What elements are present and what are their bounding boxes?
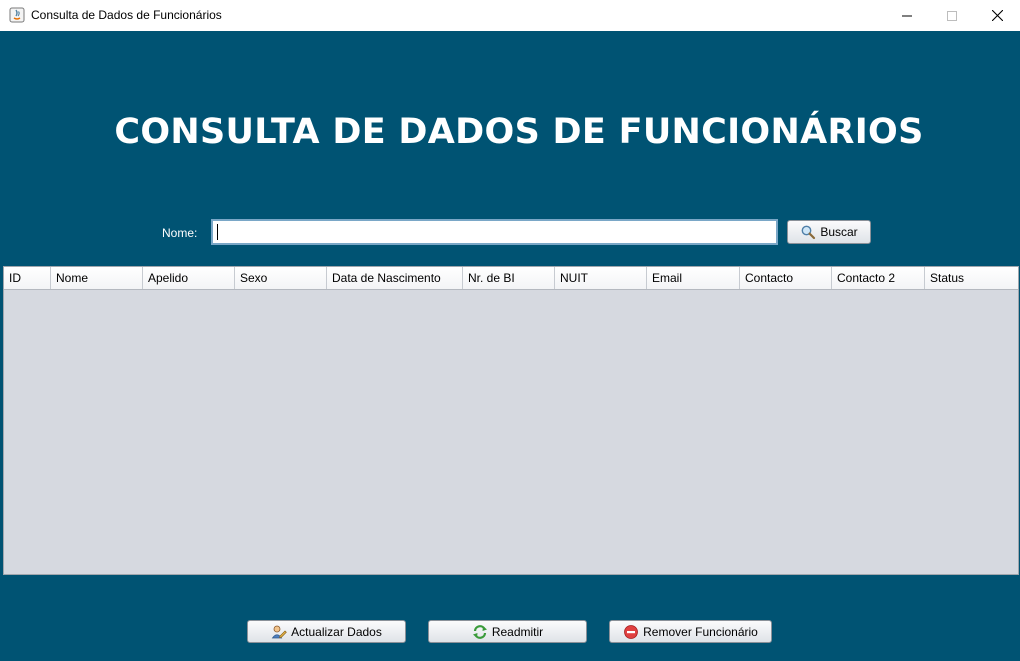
column-header-nome[interactable]: Nome bbox=[51, 267, 143, 289]
column-header-email[interactable]: Email bbox=[647, 267, 740, 289]
column-header-contacto[interactable]: Contacto bbox=[740, 267, 832, 289]
column-header-apelido[interactable]: Apelido bbox=[143, 267, 235, 289]
column-header-nr-bi[interactable]: Nr. de BI bbox=[463, 267, 555, 289]
remove-employee-label: Remover Funcionário bbox=[643, 624, 758, 639]
search-button[interactable]: Buscar bbox=[787, 220, 871, 244]
page-title: CONSULTA DE DADOS DE FUNCIONÁRIOS bbox=[114, 112, 924, 152]
maximize-icon bbox=[947, 10, 957, 21]
remove-employee-button[interactable]: Remover Funcionário bbox=[609, 620, 772, 643]
magnifier-icon bbox=[800, 224, 816, 240]
column-header-sexo[interactable]: Sexo bbox=[235, 267, 327, 289]
minimize-button[interactable] bbox=[884, 0, 930, 31]
employees-table[interactable]: ID Nome Apelido Sexo Data de Nascimento … bbox=[3, 266, 1019, 575]
java-app-icon bbox=[9, 7, 25, 23]
search-button-label: Buscar bbox=[820, 225, 858, 239]
table-header: ID Nome Apelido Sexo Data de Nascimento … bbox=[4, 267, 1018, 290]
readmit-button[interactable]: Readmitir bbox=[428, 620, 587, 643]
stop-icon bbox=[623, 624, 639, 640]
column-header-status[interactable]: Status bbox=[925, 267, 1018, 289]
window-title: Consulta de Dados de Funcionários bbox=[31, 8, 222, 22]
name-label: Nome: bbox=[162, 226, 198, 240]
user-edit-icon bbox=[271, 624, 287, 640]
table-body[interactable] bbox=[4, 290, 1018, 575]
refresh-icon bbox=[472, 624, 488, 640]
column-header-nuit[interactable]: NUIT bbox=[555, 267, 647, 289]
name-search-input[interactable] bbox=[211, 219, 778, 245]
maximize-button[interactable] bbox=[929, 0, 975, 31]
readmit-label: Readmitir bbox=[491, 624, 544, 639]
app-window: Consulta de Dados de Funcionários CONSUL… bbox=[0, 0, 1020, 661]
column-header-contacto-2[interactable]: Contacto 2 bbox=[832, 267, 925, 289]
close-icon bbox=[991, 10, 1003, 21]
column-header-id[interactable]: ID bbox=[4, 267, 51, 289]
title-bar: Consulta de Dados de Funcionários bbox=[0, 0, 1020, 31]
close-button[interactable] bbox=[974, 0, 1020, 31]
text-caret bbox=[217, 224, 218, 240]
update-data-label: Actualizar Dados bbox=[291, 624, 382, 639]
update-data-button[interactable]: Actualizar Dados bbox=[247, 620, 406, 643]
column-header-data-nascimento[interactable]: Data de Nascimento bbox=[327, 267, 463, 289]
minimize-icon bbox=[902, 15, 912, 16]
